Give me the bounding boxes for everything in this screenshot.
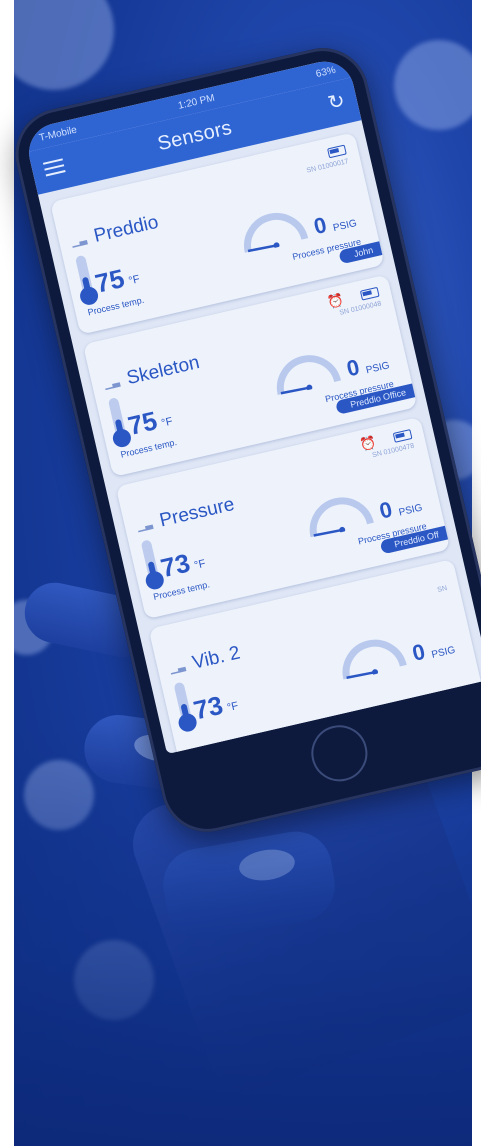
pressure-value: 0	[377, 496, 395, 524]
phone-wrap: T-Mobile 1:20 PM 63% Sensors ↻ SN 010000…	[0, 0, 481, 1146]
carrier-label: T-Mobile	[38, 124, 78, 144]
temp-value: 75	[125, 405, 160, 441]
menu-icon[interactable]	[42, 158, 66, 177]
thermometer-icon	[107, 397, 128, 443]
pressure-unit: PSIG	[430, 644, 457, 661]
thermometer-icon	[173, 681, 194, 727]
signal-icon: ▁▃	[168, 660, 187, 675]
app-screen: T-Mobile 1:20 PM 63% Sensors ↻ SN 010000…	[23, 55, 481, 755]
temp-unit: °F	[160, 415, 174, 430]
refresh-icon[interactable]: ↻	[325, 88, 347, 116]
battery-icon	[327, 144, 347, 159]
pressure-value: 0	[409, 638, 428, 666]
pressure-unit: PSIG	[397, 502, 424, 519]
page-title: Sensors	[155, 116, 234, 155]
battery-icon	[392, 429, 413, 443]
temp-unit: °F	[225, 700, 240, 715]
battery-icon	[359, 286, 380, 301]
home-button[interactable]	[305, 719, 373, 787]
pressure-unit: PSIG	[364, 360, 391, 377]
thermometer-icon	[74, 254, 95, 300]
temp-unit: °F	[127, 273, 141, 288]
battery-percent: 63%	[314, 64, 337, 80]
clock: 1:20 PM	[176, 92, 216, 112]
temp-value: 75	[92, 262, 128, 299]
pressure-value: 0	[311, 212, 329, 240]
temp-value: 73	[157, 547, 193, 584]
temp-unit: °F	[193, 557, 207, 572]
temp-value: 73	[190, 689, 226, 726]
phone: T-Mobile 1:20 PM 63% Sensors ↻ SN 010000…	[6, 38, 481, 842]
signal-icon: ▁▃	[103, 375, 121, 391]
signal-icon: ▁▃	[136, 518, 154, 533]
signal-icon: ▁▃	[70, 233, 88, 248]
pressure-value: 0	[344, 354, 362, 382]
thermometer-icon	[140, 539, 161, 585]
pressure-unit: PSIG	[332, 217, 358, 235]
